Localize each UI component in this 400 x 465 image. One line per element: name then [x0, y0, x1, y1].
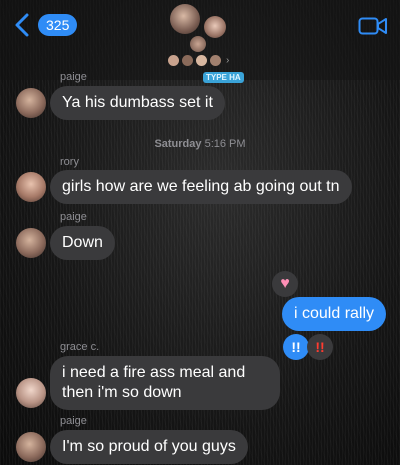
message-bubble-outgoing[interactable]: i could rally: [282, 297, 387, 331]
avatar: [16, 432, 46, 462]
video-camera-icon[interactable]: [358, 16, 388, 36]
back-button[interactable]: 325: [12, 12, 78, 38]
avatar: [16, 88, 46, 118]
sender-name: paige: [60, 415, 87, 427]
group-sticker: TYPE HA: [203, 72, 244, 83]
timestamp-day: Saturday: [154, 138, 202, 150]
member-memoji-icon: [182, 55, 193, 66]
member-memoji-icon: [210, 55, 221, 66]
unread-count-badge: 325: [38, 14, 78, 36]
member-avatar: [170, 4, 200, 34]
message-bubble[interactable]: I'm so proud of you guys: [50, 430, 248, 464]
sender-name: rory: [60, 156, 79, 168]
sender-name: paige: [60, 71, 87, 83]
member-avatar: [204, 16, 226, 38]
sender-name: paige: [60, 211, 87, 223]
member-avatar: [190, 36, 206, 52]
message-bubble[interactable]: Down: [50, 226, 115, 260]
message-bubble[interactable]: girls how are we feeling ab going out tn: [50, 170, 352, 204]
member-list[interactable]: ›: [168, 55, 229, 66]
timestamp: Saturday 5:16 PM: [0, 138, 400, 150]
avatar: [16, 172, 46, 202]
avatar: [16, 378, 46, 408]
chevron-left-icon: [15, 13, 29, 37]
message-bubble[interactable]: i need a fire ass meal and then i'm so d…: [50, 356, 280, 410]
double-exclamation-icon[interactable]: !!: [283, 334, 309, 360]
heart-icon[interactable]: ♥: [272, 271, 298, 297]
message-bubble[interactable]: Ya his dumbass set it: [50, 86, 225, 120]
double-exclamation-icon[interactable]: !!: [307, 334, 333, 360]
member-memoji-icon: [196, 55, 207, 66]
conversation-header: 325 › TYPE HA: [0, 0, 400, 83]
member-memoji-icon: [168, 55, 179, 66]
timestamp-time: 5:16 PM: [204, 138, 246, 150]
avatar: [16, 228, 46, 258]
group-avatar[interactable]: [166, 2, 236, 52]
sender-name: grace c.: [60, 341, 100, 353]
chevron-right-icon: ›: [226, 55, 230, 66]
